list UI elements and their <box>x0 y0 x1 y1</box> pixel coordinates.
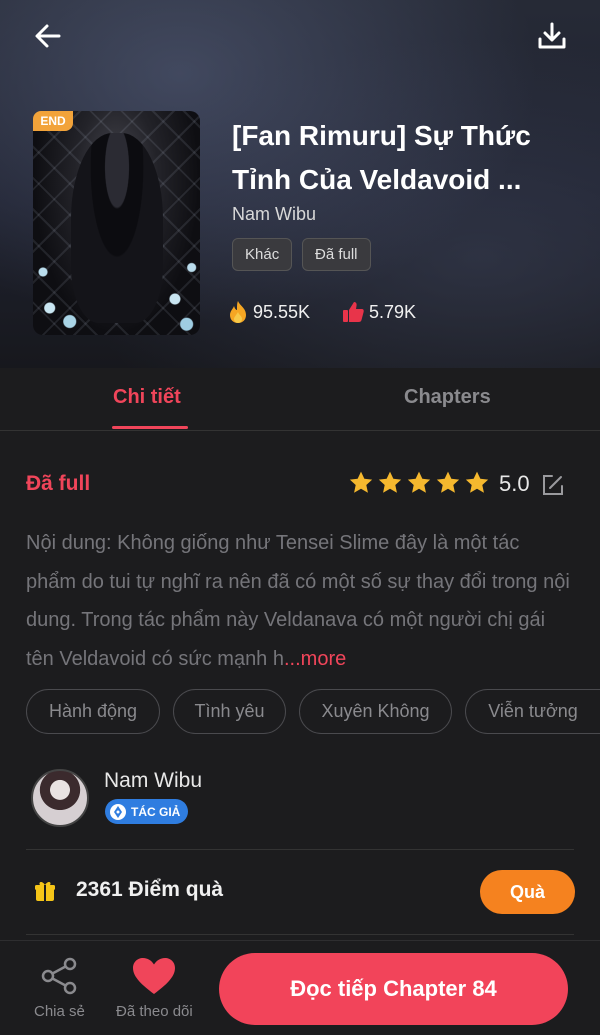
views-stat: 95.55K <box>227 300 310 324</box>
views-count: 95.55K <box>253 301 311 322</box>
star-icon[interactable] <box>348 470 374 496</box>
star-icon[interactable] <box>435 470 461 496</box>
description: Nội dung: Không giống như Tensei Slime đ… <box>26 524 571 678</box>
status-label: Đã full <box>26 472 91 495</box>
bottom-bar: Chia sẻ Đã theo dõi Đọc tiếp Chapter 84 <box>0 940 600 1035</box>
heart-icon <box>133 958 176 994</box>
rating-stars[interactable] <box>348 470 490 496</box>
gift-points: 2361 Điểm quà <box>76 878 224 901</box>
download-icon <box>538 22 566 49</box>
end-badge: END <box>33 111 73 131</box>
star-icon[interactable] <box>464 470 490 496</box>
star-icon[interactable] <box>377 470 403 496</box>
tab-bar: Chi tiết Chapters <box>0 368 600 431</box>
book-author[interactable]: Nam Wibu <box>232 204 316 225</box>
genre-chip[interactable]: Xuyên Không <box>299 689 452 734</box>
genre-chip[interactable]: Hành động <box>26 689 160 734</box>
fire-icon <box>230 301 246 323</box>
follow-button[interactable]: Đã theo dõi <box>116 957 193 1020</box>
arrow-left-icon <box>35 24 61 48</box>
gift-icon <box>35 881 55 901</box>
divider <box>26 934 574 935</box>
follow-label: Đã theo dõi <box>116 1003 193 1020</box>
active-tab-indicator <box>112 426 188 429</box>
genre-chip[interactable]: Viễn tưởng <box>465 689 600 734</box>
likes-count: 5.79K <box>369 301 417 322</box>
more-link[interactable]: ...more <box>284 648 346 670</box>
share-button[interactable]: Chia sẻ <box>34 957 85 1020</box>
edit-icon <box>543 475 563 495</box>
rating-value: 5.0 <box>499 471 530 496</box>
author-badge-label: TÁC GIẢ <box>131 804 181 819</box>
genre-chip[interactable]: Tình yêu <box>173 689 286 734</box>
tag-category[interactable]: Khác <box>232 238 293 271</box>
tab-chapters[interactable]: Chapters <box>404 386 491 409</box>
thumbs-up-icon <box>343 302 364 322</box>
author-avatar[interactable] <box>31 769 89 827</box>
tab-details[interactable]: Chi tiết <box>113 386 181 409</box>
share-label: Chia sẻ <box>34 1003 85 1020</box>
pen-nib-icon <box>110 803 126 820</box>
book-cover[interactable] <box>33 111 200 335</box>
gift-button[interactable]: Quà <box>480 870 575 914</box>
rate-button[interactable] <box>540 472 566 498</box>
author-name[interactable]: Nam Wibu <box>104 769 202 793</box>
book-title: [Fan Rimuru] Sự Thức Tỉnh Của Veldavoid … <box>232 120 531 195</box>
star-icon[interactable] <box>406 470 432 496</box>
share-icon <box>42 957 77 995</box>
likes-stat: 5.79K <box>341 300 416 324</box>
divider <box>26 849 574 850</box>
download-button[interactable] <box>532 16 572 56</box>
continue-reading-button[interactable]: Đọc tiếp Chapter 84 <box>219 953 568 1025</box>
tag-status[interactable]: Đã full <box>302 238 371 271</box>
back-button[interactable] <box>28 16 68 56</box>
author-badge: TÁC GIẢ <box>105 799 189 824</box>
